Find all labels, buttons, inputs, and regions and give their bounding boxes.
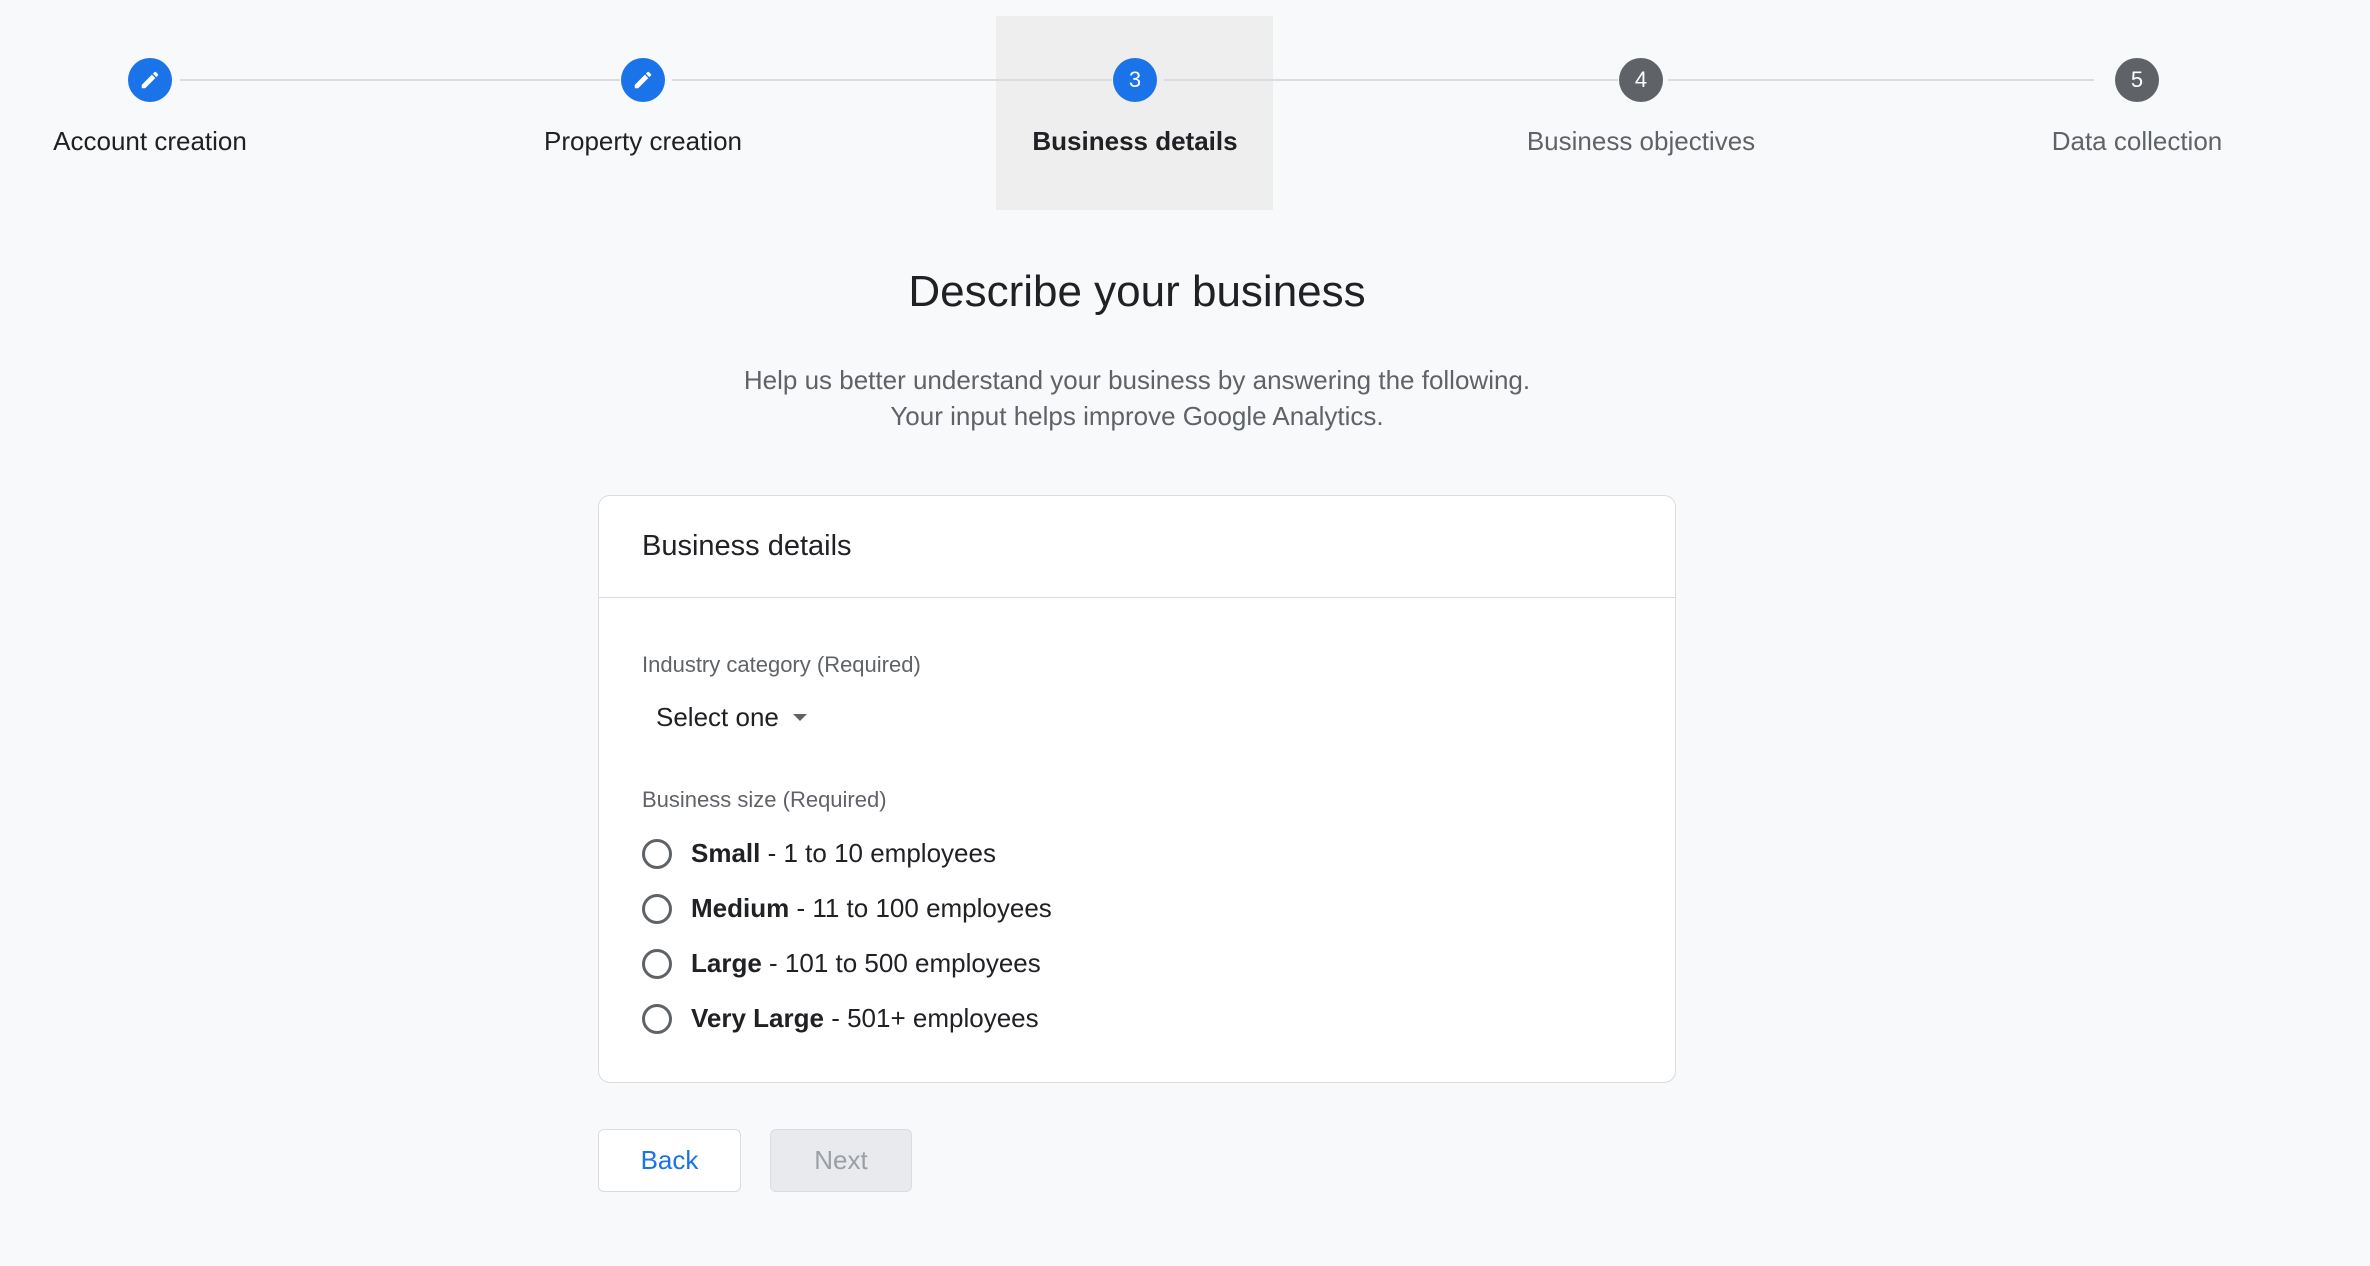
step-label: Business objectives — [1526, 126, 1756, 156]
option-detail: - 101 to 500 employees — [761, 948, 1041, 978]
business-details-card: Business details Industry category (Requ… — [598, 495, 1676, 1083]
edit-icon — [128, 58, 172, 102]
step-label: Data collection — [2051, 126, 2223, 156]
business-size-option-large[interactable]: Large - 101 to 500 employees — [642, 948, 1041, 979]
industry-category-select[interactable]: Select one — [656, 702, 807, 733]
step-property-creation[interactable]: Property creation — [493, 58, 793, 157]
step-label: Property creation — [544, 126, 742, 156]
subtitle-line-2: Your input helps improve Google Analytic… — [890, 401, 1384, 431]
back-button[interactable]: Back — [598, 1129, 741, 1192]
industry-category-label: Industry category (Required) — [642, 652, 921, 677]
business-size-option-very-large[interactable]: Very Large - 501+ employees — [642, 1003, 1039, 1034]
option-detail: - 1 to 10 employees — [760, 838, 996, 868]
business-size-option-medium[interactable]: Medium - 11 to 100 employees — [642, 893, 1052, 924]
option-name: Small — [691, 838, 761, 868]
step-business-objectives: 4 Business objectives — [1491, 58, 1791, 157]
business-size-label: Business size (Required) — [642, 787, 887, 812]
industry-category-value: Select one — [656, 702, 779, 732]
step-number: 5 — [2115, 58, 2159, 102]
card-title: Business details — [642, 530, 852, 562]
option-name: Very Large — [691, 1003, 824, 1033]
subtitle-line-1: Help us better understand your business … — [743, 365, 1531, 395]
step-number: 4 — [1619, 58, 1663, 102]
edit-icon — [621, 58, 665, 102]
step-business-details: 3 Business details — [985, 58, 1285, 157]
next-button[interactable]: Next — [770, 1129, 912, 1192]
option-name: Medium — [691, 893, 790, 923]
step-account-creation[interactable]: Account creation — [0, 58, 300, 157]
page-subtitle: Help us better understand your business … — [0, 362, 2274, 434]
setup-stepper: Account creation Property creation 3 Bus… — [0, 0, 2370, 215]
step-label: Account creation — [53, 126, 247, 156]
option-name: Large — [691, 948, 762, 978]
step-label: Business details — [1032, 126, 1238, 156]
option-detail: - 11 to 100 employees — [789, 893, 1052, 923]
radio-button-icon[interactable] — [642, 893, 672, 924]
radio-button-icon[interactable] — [642, 1003, 672, 1034]
step-data-collection: 5 Data collection — [1987, 58, 2287, 157]
radio-button-icon[interactable] — [642, 838, 672, 869]
business-size-option-small[interactable]: Small - 1 to 10 employees — [642, 838, 996, 869]
card-header: Business details — [599, 496, 1675, 598]
option-detail: - 501+ employees — [823, 1003, 1039, 1033]
step-number: 3 — [1113, 58, 1157, 102]
radio-button-icon[interactable] — [642, 948, 672, 979]
page-title: Describe your business — [908, 267, 1366, 316]
caret-down-icon — [792, 714, 807, 721]
